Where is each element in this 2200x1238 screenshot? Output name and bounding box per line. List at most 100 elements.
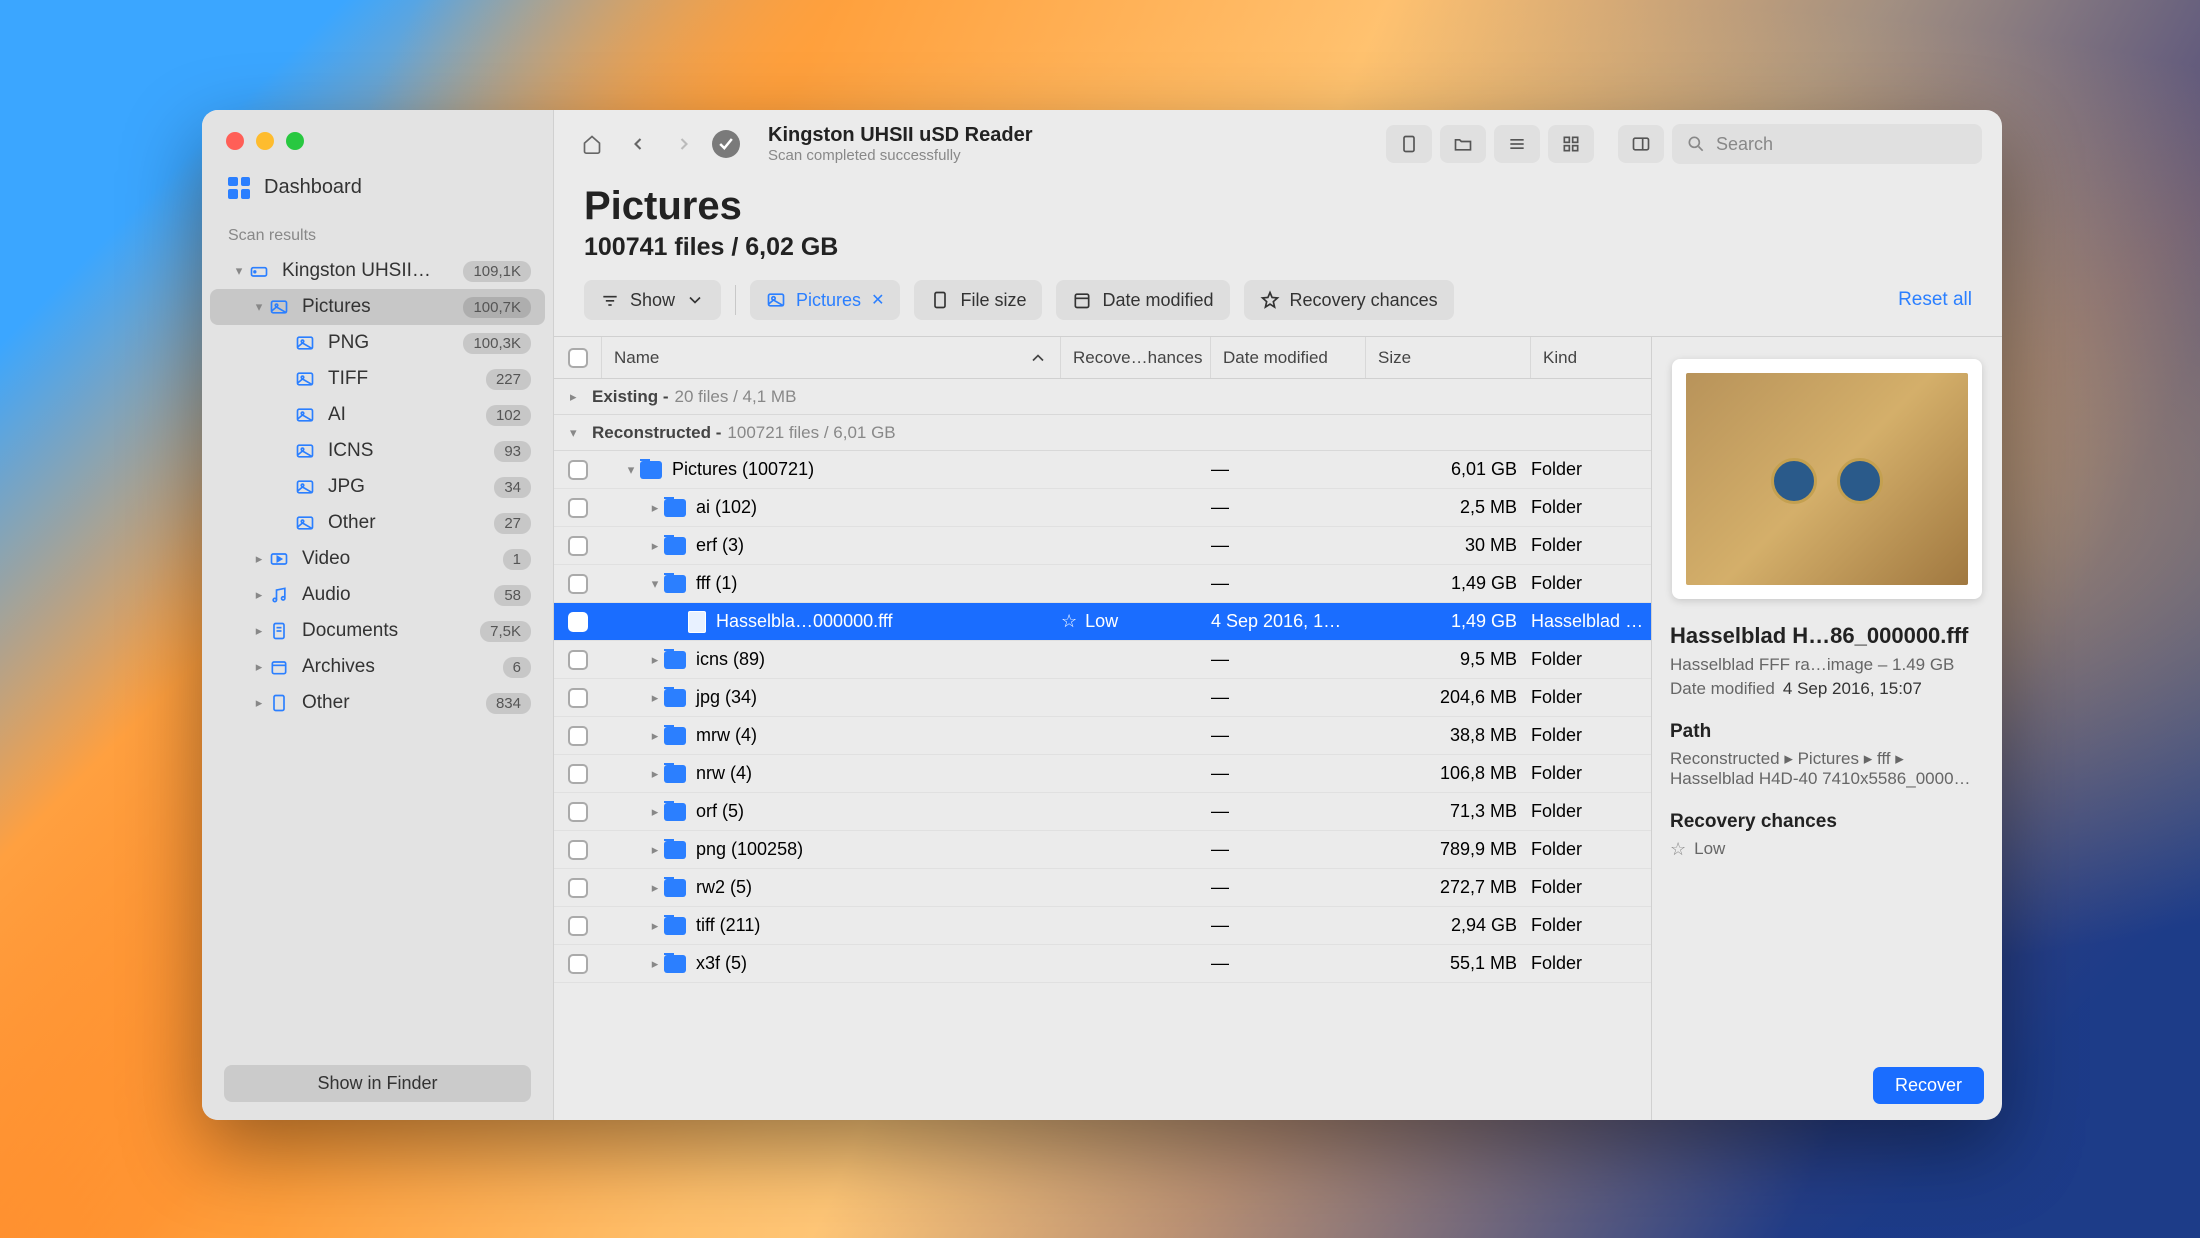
row-size-cell: 71,3 MB — [1366, 801, 1531, 822]
archive-icon — [268, 656, 290, 678]
row-date-cell: — — [1211, 535, 1366, 556]
folder-row[interactable]: ▸jpg (34)—204,6 MBFolder — [554, 679, 1651, 717]
folder-row[interactable]: ▸ai (102)—2,5 MBFolder — [554, 489, 1651, 527]
back-button[interactable] — [620, 126, 656, 162]
column-kind[interactable]: Kind — [1531, 337, 1651, 378]
file-size-filter-button[interactable]: File size — [914, 280, 1042, 320]
date-modified-filter-button[interactable]: Date modified — [1056, 280, 1229, 320]
sidebar-item-video[interactable]: ▸Video1 — [210, 541, 545, 577]
chevron-icon[interactable]: ▸ — [646, 652, 664, 668]
title-block: Kingston UHSII uSD Reader Scan completed… — [768, 124, 1376, 164]
image-icon — [294, 404, 316, 426]
show-in-finder-button[interactable]: Show in Finder — [224, 1065, 531, 1102]
chevron-icon[interactable]: ▸ — [646, 842, 664, 858]
search-field[interactable]: Search — [1672, 124, 1982, 164]
group-row-reconstructed[interactable]: ▾Reconstructed - 100721 files / 6,01 GB — [554, 415, 1651, 451]
chevron-icon[interactable]: ▾ — [622, 462, 640, 478]
chevron-icon[interactable]: ▸ — [646, 918, 664, 934]
folder-row[interactable]: ▸orf (5)—71,3 MBFolder — [554, 793, 1651, 831]
chevron-icon[interactable]: ▾ — [646, 576, 664, 592]
sidebar-item-other[interactable]: ▸Other834 — [210, 685, 545, 721]
folder-icon — [664, 689, 686, 707]
folder-row[interactable]: ▸rw2 (5)—272,7 MBFolder — [554, 869, 1651, 907]
sidebar-item-kingston-uhsii-[interactable]: ▾Kingston UHSII…109,1K — [210, 253, 545, 289]
chevron-icon[interactable]: ▸ — [646, 690, 664, 706]
folder-row[interactable]: ▸icns (89)—9,5 MBFolder — [554, 641, 1651, 679]
select-all-checkbox[interactable] — [554, 337, 602, 378]
chevron-icon[interactable]: ▸ — [646, 880, 664, 896]
group-row-existing[interactable]: ▸Existing - 20 files / 4,1 MB — [554, 379, 1651, 415]
sidebar-item-count: 34 — [494, 477, 531, 498]
file-view-button[interactable] — [1386, 125, 1432, 163]
folder-row[interactable]: ▸erf (3)—30 MBFolder — [554, 527, 1651, 565]
row-checkbox[interactable] — [554, 916, 602, 936]
file-row[interactable]: Hasselbla…000000.fff☆Low4 Sep 2016, 1…1,… — [554, 603, 1651, 641]
row-checkbox[interactable] — [554, 536, 602, 556]
sidebar-dashboard[interactable]: Dashboard — [202, 150, 553, 219]
row-checkbox[interactable] — [554, 574, 602, 594]
folder-row[interactable]: ▾fff (1)—1,49 GBFolder — [554, 565, 1651, 603]
folder-view-button[interactable] — [1440, 125, 1486, 163]
source-title: Kingston UHSII uSD Reader — [768, 124, 1376, 147]
column-date-modified[interactable]: Date modified — [1211, 337, 1366, 378]
sidebar-item-other[interactable]: Other27 — [210, 505, 545, 541]
chevron-icon[interactable]: ▸ — [646, 538, 664, 554]
folder-row[interactable]: ▸png (100258)—789,9 MBFolder — [554, 831, 1651, 869]
close-window-button[interactable] — [226, 132, 244, 150]
maximize-window-button[interactable] — [286, 132, 304, 150]
preview-recovery-label: Recovery chances — [1670, 811, 1984, 833]
column-name[interactable]: Name — [602, 337, 1061, 378]
window-controls — [202, 110, 553, 150]
recovery-chances-filter-button[interactable]: Recovery chances — [1244, 280, 1454, 320]
home-button[interactable] — [574, 126, 610, 162]
folder-row[interactable]: ▸nrw (4)—106,8 MBFolder — [554, 755, 1651, 793]
column-recovery[interactable]: Recove…hances — [1061, 337, 1211, 378]
folder-row[interactable]: ▸mrw (4)—38,8 MBFolder — [554, 717, 1651, 755]
chevron-icon: ▸ — [570, 389, 588, 405]
folder-row[interactable]: ▸tiff (211)—2,94 GBFolder — [554, 907, 1651, 945]
forward-button[interactable] — [666, 126, 702, 162]
sidebar-item-documents[interactable]: ▸Documents7,5K — [210, 613, 545, 649]
list-view-button[interactable] — [1494, 125, 1540, 163]
row-checkbox[interactable] — [554, 726, 602, 746]
reset-all-button[interactable]: Reset all — [1898, 289, 1972, 311]
row-checkbox[interactable] — [554, 954, 602, 974]
row-checkbox[interactable] — [554, 498, 602, 518]
sidebar-item-audio[interactable]: ▸Audio58 — [210, 577, 545, 613]
chevron-icon[interactable]: ▸ — [646, 956, 664, 972]
sidebar-item-icns[interactable]: ICNS93 — [210, 433, 545, 469]
remove-filter-icon[interactable]: ✕ — [871, 290, 884, 310]
row-checkbox[interactable] — [554, 460, 602, 480]
sidebar-item-jpg[interactable]: JPG34 — [210, 469, 545, 505]
sidebar-item-tiff[interactable]: TIFF227 — [210, 361, 545, 397]
sidebar-item-label: TIFF — [328, 368, 486, 390]
chevron-icon[interactable]: ▸ — [646, 766, 664, 782]
row-checkbox[interactable] — [554, 612, 602, 632]
toggle-preview-button[interactable] — [1618, 125, 1664, 163]
sidebar-item-label: Documents — [302, 620, 480, 642]
sidebar-item-png[interactable]: PNG100,3K — [210, 325, 545, 361]
row-checkbox[interactable] — [554, 840, 602, 860]
row-date-cell: — — [1211, 839, 1366, 860]
pictures-filter-chip[interactable]: Pictures ✕ — [750, 280, 900, 320]
sidebar-item-pictures[interactable]: ▾Pictures100,7K — [210, 289, 545, 325]
row-kind-cell: Folder — [1531, 839, 1651, 860]
chevron-icon[interactable]: ▸ — [646, 728, 664, 744]
sidebar-item-ai[interactable]: AI102 — [210, 397, 545, 433]
chevron-icon[interactable]: ▸ — [646, 500, 664, 516]
chevron-icon[interactable]: ▸ — [646, 804, 664, 820]
minimize-window-button[interactable] — [256, 132, 274, 150]
row-checkbox[interactable] — [554, 878, 602, 898]
column-size[interactable]: Size — [1366, 337, 1531, 378]
row-checkbox[interactable] — [554, 650, 602, 670]
grid-view-button[interactable] — [1548, 125, 1594, 163]
folder-row[interactable]: ▸x3f (5)—55,1 MBFolder — [554, 945, 1651, 983]
sidebar-item-archives[interactable]: ▸Archives6 — [210, 649, 545, 685]
recover-button[interactable]: Recover — [1873, 1067, 1984, 1104]
show-filter-button[interactable]: Show — [584, 280, 721, 320]
row-checkbox[interactable] — [554, 764, 602, 784]
row-checkbox[interactable] — [554, 688, 602, 708]
row-checkbox[interactable] — [554, 802, 602, 822]
folder-row[interactable]: ▾Pictures (100721)—6,01 GBFolder — [554, 451, 1651, 489]
preview-thumbnail[interactable] — [1672, 359, 1982, 599]
